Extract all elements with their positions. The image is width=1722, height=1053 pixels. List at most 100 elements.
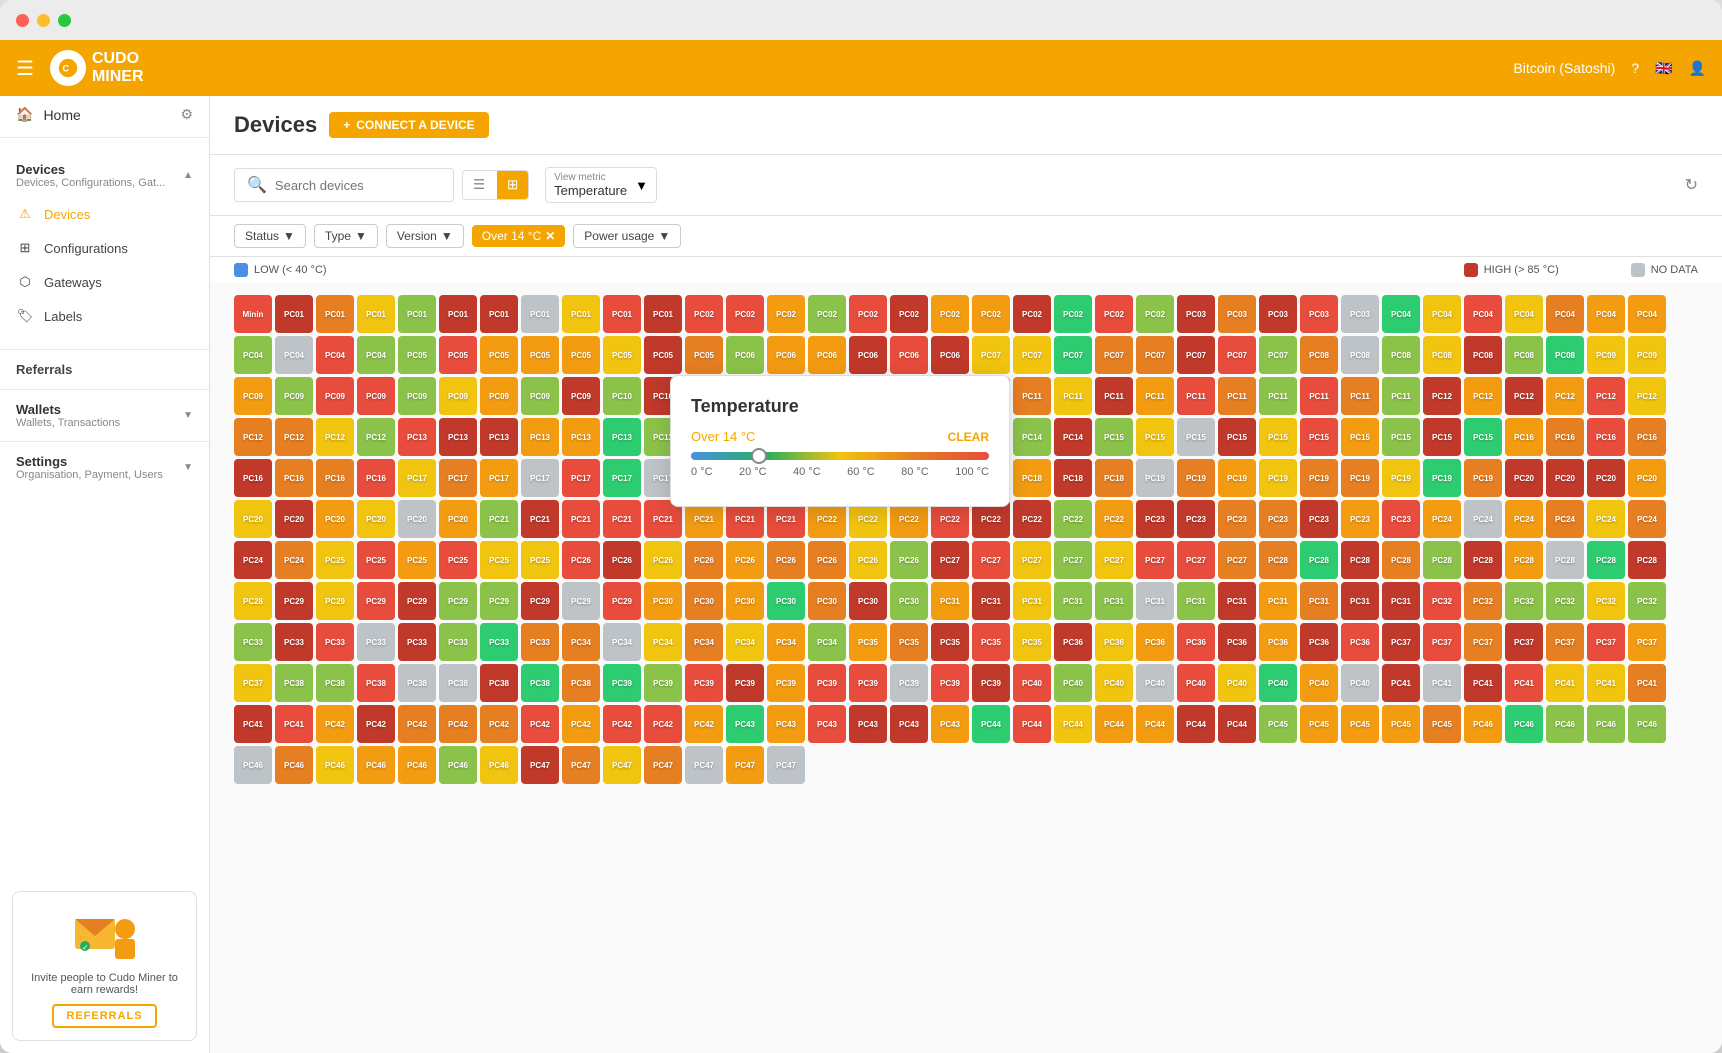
device-card[interactable]: PC15 [1177,418,1215,456]
device-card[interactable]: PC19 [1464,459,1502,497]
device-card[interactable]: PC40 [1300,664,1338,702]
device-card[interactable]: PC06 [890,336,928,374]
device-card[interactable]: PC21 [480,500,518,538]
device-card[interactable]: PC36 [1341,623,1379,661]
device-card[interactable]: PC40 [1095,664,1133,702]
device-card[interactable]: PC23 [1136,500,1174,538]
device-card[interactable]: PC26 [685,541,723,579]
device-card[interactable]: PC34 [808,623,846,661]
device-card[interactable]: PC47 [562,746,600,784]
device-card[interactable]: PC08 [1505,336,1543,374]
sidebar-item-gateways[interactable]: ⬡ Gateways [0,265,209,299]
device-card[interactable]: PC36 [1136,623,1174,661]
device-card[interactable]: PC41 [1423,664,1461,702]
device-card[interactable]: PC30 [890,582,928,620]
device-card[interactable]: PC36 [1218,623,1256,661]
device-card[interactable]: PC02 [685,295,723,333]
device-card[interactable]: PC47 [603,746,641,784]
device-card[interactable]: PC15 [1259,418,1297,456]
device-card[interactable]: PC28 [1300,541,1338,579]
device-card[interactable]: PC37 [1628,623,1666,661]
device-card[interactable]: PC01 [398,295,436,333]
device-card[interactable]: PC16 [1587,418,1625,456]
device-card[interactable]: PC18 [1013,459,1051,497]
device-card[interactable]: PC39 [767,664,805,702]
device-card[interactable]: PC26 [562,541,600,579]
device-card[interactable]: PC24 [275,541,313,579]
device-card[interactable]: PC05 [480,336,518,374]
device-card[interactable]: PC25 [521,541,559,579]
sidebar-item-configurations[interactable]: ⊞ Configurations [0,231,209,265]
connect-device-button[interactable]: + CONNECT A DEVICE [329,112,488,138]
device-card[interactable]: PC24 [1464,500,1502,538]
device-card[interactable]: PC28 [1628,541,1666,579]
device-card[interactable]: PC33 [398,623,436,661]
device-card[interactable]: PC24 [1628,500,1666,538]
device-card[interactable]: PC39 [603,664,641,702]
device-card[interactable]: PC09 [316,377,354,415]
device-card[interactable]: PC35 [890,623,928,661]
device-card[interactable]: PC03 [1177,295,1215,333]
temperature-filter-active[interactable]: Over 14 °C ✕ [472,225,566,247]
device-card[interactable]: PC37 [1546,623,1584,661]
device-card[interactable]: PC20 [398,500,436,538]
device-card[interactable]: PC07 [1177,336,1215,374]
device-card[interactable]: PC13 [480,418,518,456]
device-card[interactable]: PC22 [1095,500,1133,538]
device-card[interactable]: PC35 [931,623,969,661]
device-card[interactable]: PC04 [1505,295,1543,333]
device-card[interactable]: PC47 [767,746,805,784]
status-filter-button[interactable]: Status ▼ [234,224,306,248]
device-card[interactable]: PC09 [234,377,272,415]
device-card[interactable]: PC17 [439,459,477,497]
device-card[interactable]: PC06 [767,336,805,374]
device-card[interactable]: PC46 [1505,705,1543,743]
device-card[interactable]: PC13 [603,418,641,456]
device-card[interactable]: PC28 [1464,541,1502,579]
device-card[interactable]: PC01 [357,295,395,333]
device-card[interactable]: PC03 [1218,295,1256,333]
device-card[interactable]: PC34 [767,623,805,661]
device-card[interactable]: PC01 [316,295,354,333]
device-card[interactable]: PC45 [1259,705,1297,743]
device-card[interactable]: PC19 [1300,459,1338,497]
device-card[interactable]: PC31 [931,582,969,620]
remove-temp-filter-icon[interactable]: ✕ [545,229,555,243]
device-card[interactable]: PC26 [849,541,887,579]
device-card[interactable]: PC05 [603,336,641,374]
device-card[interactable]: PC28 [1259,541,1297,579]
device-card[interactable]: PC26 [726,541,764,579]
device-card[interactable]: PC43 [890,705,928,743]
device-card[interactable]: PC09 [562,377,600,415]
device-card[interactable]: PC31 [1095,582,1133,620]
device-card[interactable]: PC09 [1587,336,1625,374]
device-card[interactable]: PC01 [480,295,518,333]
device-card[interactable]: PC34 [562,623,600,661]
device-card[interactable]: PC09 [439,377,477,415]
device-card[interactable]: PC11 [1341,377,1379,415]
sidebar-item-referrals[interactable]: Referrals [0,354,209,385]
device-card[interactable]: PC25 [316,541,354,579]
device-card[interactable]: PC15 [1341,418,1379,456]
device-card[interactable]: PC28 [1341,541,1379,579]
device-card[interactable]: PC26 [644,541,682,579]
device-card[interactable]: PC36 [1259,623,1297,661]
device-card[interactable]: PC20 [1505,459,1543,497]
device-card[interactable]: PC25 [398,541,436,579]
device-card[interactable]: PC05 [439,336,477,374]
device-card[interactable]: PC17 [603,459,641,497]
device-card[interactable]: PC15 [1095,418,1133,456]
device-card[interactable]: PC14 [1013,418,1051,456]
device-card[interactable]: PC11 [1054,377,1092,415]
device-card[interactable]: PC30 [726,582,764,620]
device-card[interactable]: PC20 [439,500,477,538]
device-card[interactable]: PC12 [1546,377,1584,415]
minimize-button[interactable] [37,14,50,27]
device-card[interactable]: PC16 [316,459,354,497]
device-card[interactable]: PC27 [1218,541,1256,579]
device-card[interactable]: PC38 [480,664,518,702]
device-card[interactable]: PC44 [1218,705,1256,743]
device-card[interactable]: PC42 [316,705,354,743]
device-card[interactable]: PC19 [1382,459,1420,497]
device-card[interactable]: PC38 [357,664,395,702]
